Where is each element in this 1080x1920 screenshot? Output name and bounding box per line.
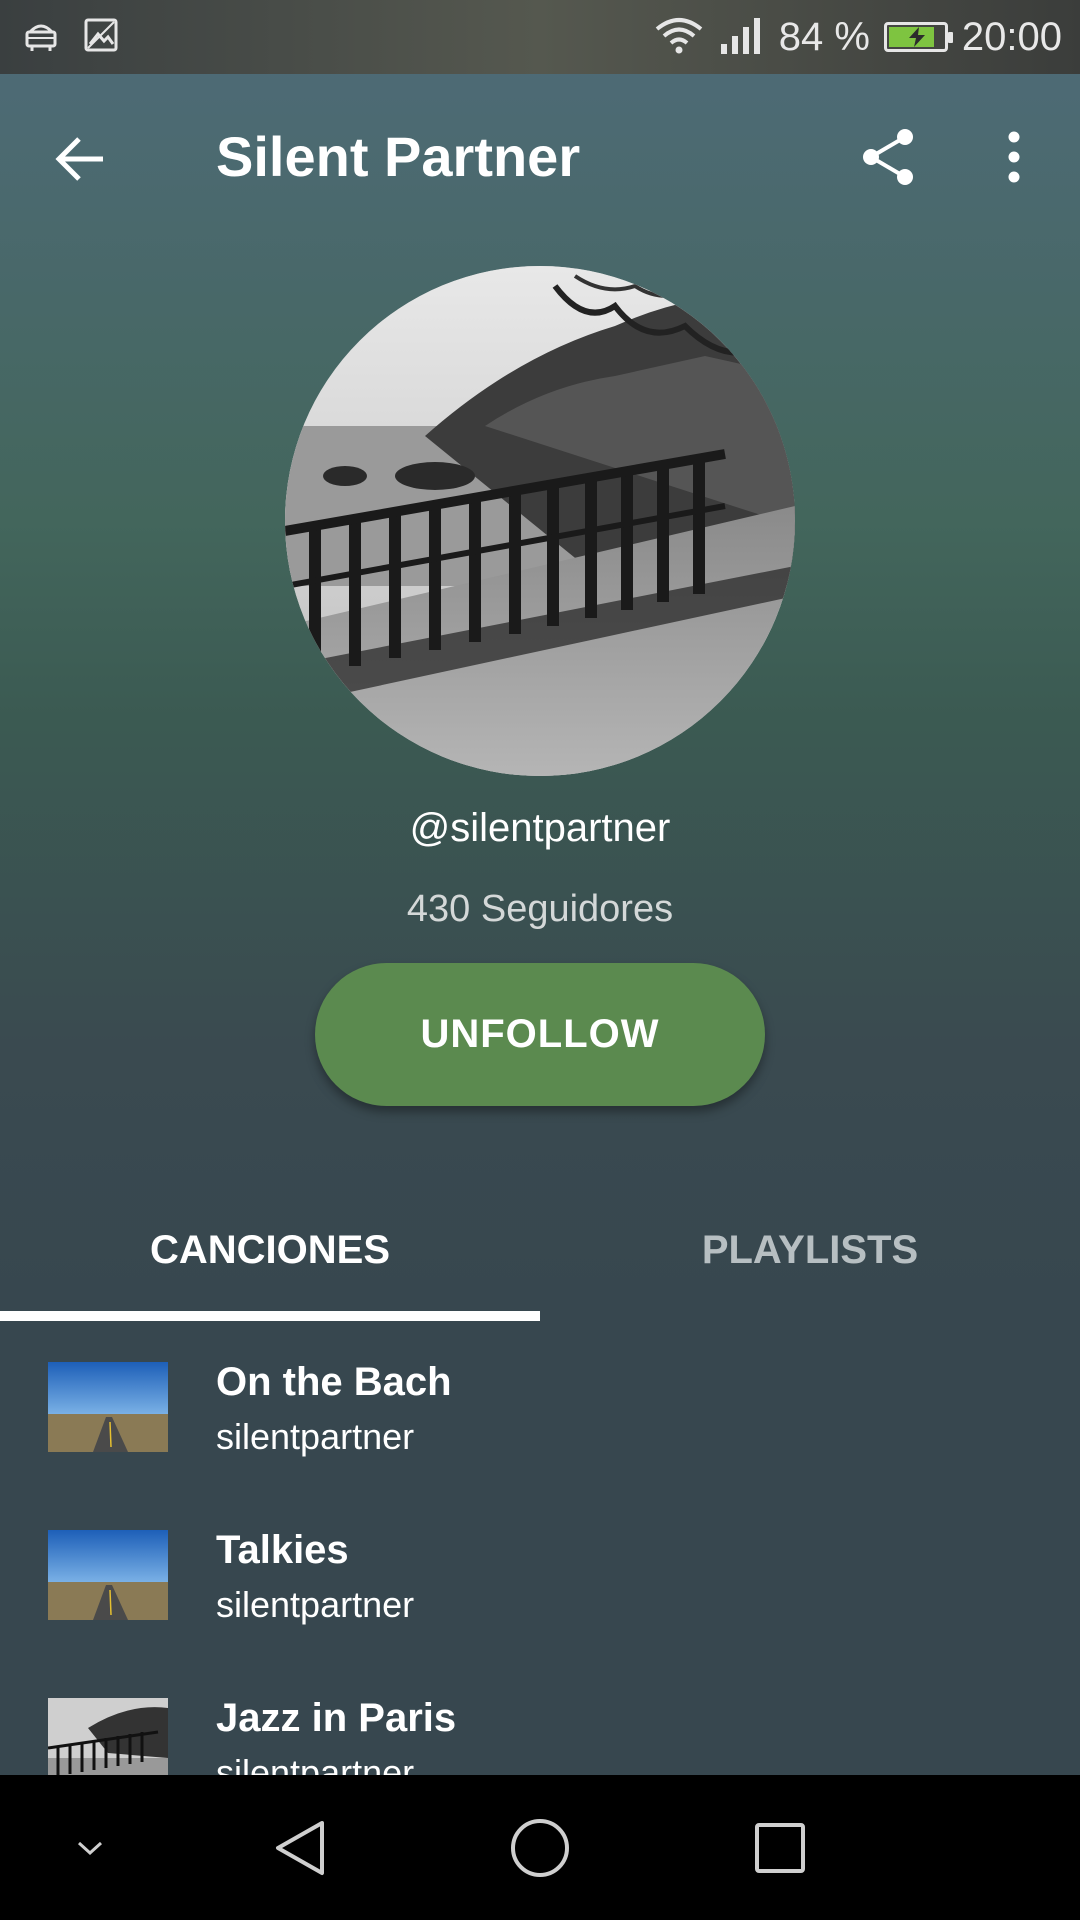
toolbar: Silent Partner [0,74,1080,244]
clock: 20:00 [961,14,1062,59]
status-bar: 84 % 20:00 [0,0,1080,74]
signal-icon [719,16,765,59]
song-artist: silentpartner [216,1584,415,1625]
song-thumbnail [48,1362,168,1452]
song-thumbnail [48,1530,168,1620]
song-title: Jazz in Paris [216,1696,457,1740]
list-item[interactable]: On the Bach silentpartner [0,1330,1080,1498]
tab-indicator [0,1311,540,1321]
song-list[interactable]: On the Bach silentpartner Talkies silent… [0,1330,1080,1775]
image-icon [84,18,118,57]
share-icon [863,129,913,185]
artist-handle: @silentpartner [409,806,671,850]
battery-percent: 84 % [778,14,870,59]
battery-charging-icon [883,22,953,52]
song-title: On the Bach [216,1360,452,1404]
square-recents-icon [755,1822,805,1873]
arrow-back-icon [55,137,103,181]
android-icon [24,18,58,57]
circle-home-icon [511,1818,569,1877]
unfollow-button[interactable]: UNFOLLOW [315,963,765,1106]
nav-recents-button[interactable] [730,1775,830,1920]
hide-nav-button[interactable] [60,1775,120,1920]
song-title: Talkies [216,1528,349,1572]
more-vert-icon [1008,131,1020,183]
artist-profile-screen: 84 % 20:00 Silent Partner @silentpartner… [0,0,1080,1920]
song-artist: silentpartner [216,1752,415,1775]
chevron-down-icon [77,1841,103,1855]
back-button[interactable] [48,126,114,192]
nav-back-button[interactable] [250,1775,350,1920]
tab-canciones[interactable]: CANCIONES [0,1180,540,1320]
song-artist: silentpartner [216,1416,415,1457]
song-thumbnail [48,1698,168,1775]
wifi-icon [653,15,705,60]
list-item[interactable]: Jazz in Paris silentpartner [0,1666,1080,1775]
nav-home-button[interactable] [490,1775,590,1920]
share-button[interactable] [854,122,924,192]
navigation-bar [0,1775,1080,1920]
tab-bar: CANCIONES PLAYLISTS [0,1180,1080,1320]
list-item[interactable]: Talkies silentpartner [0,1498,1080,1666]
artist-avatar [285,266,795,776]
tab-playlists[interactable]: PLAYLISTS [540,1180,1080,1320]
followers-count: 430 Seguidores [406,888,674,930]
triangle-back-icon [276,1820,324,1875]
page-title: Silent Partner [216,125,581,188]
more-options-button[interactable] [990,122,1038,192]
